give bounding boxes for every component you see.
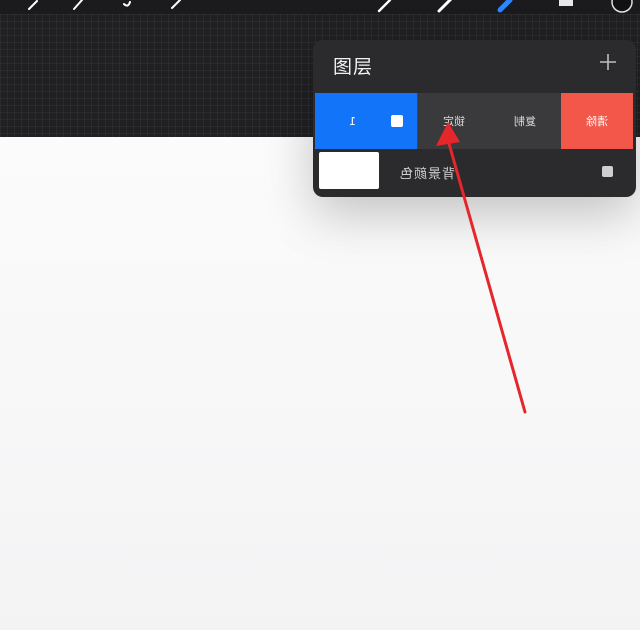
annotation-arrow [436,122,527,414]
arrow-shaft [446,138,527,414]
arrow-head [436,122,460,146]
